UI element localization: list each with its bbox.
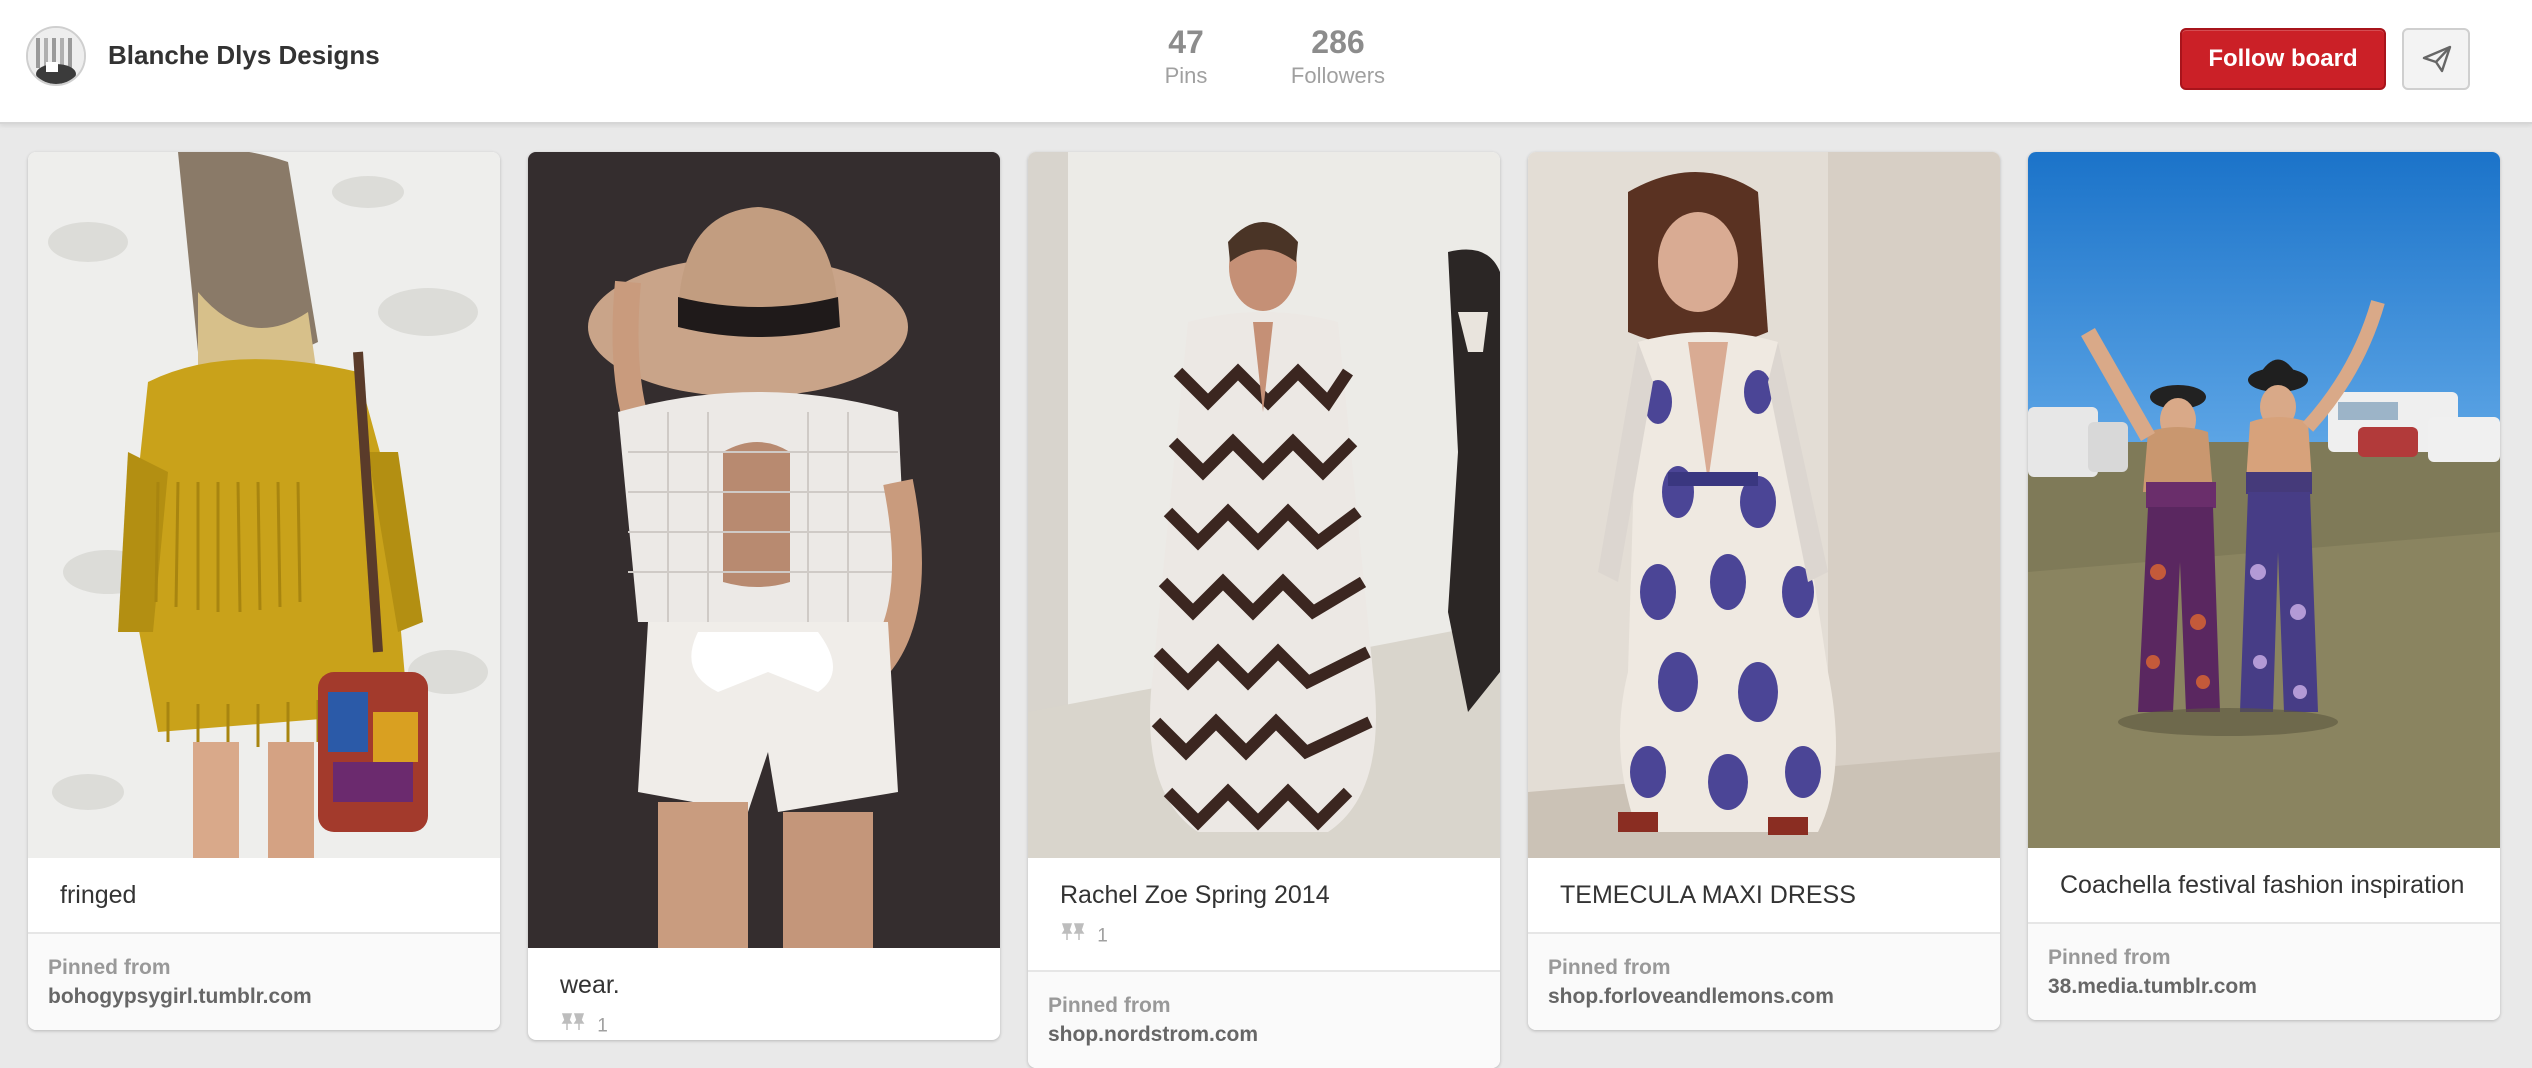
send-button[interactable] xyxy=(2402,28,2470,90)
pins-count: 47 xyxy=(1168,24,1204,60)
board-header: Blanche Dlys Designs 47 Pins 286 Followe… xyxy=(0,0,2532,124)
pin-card[interactable]: wear. 1 xyxy=(528,152,1000,1040)
pin-attribution[interactable]: Pinned from 38.media.tumblr.com xyxy=(2028,922,2500,1020)
pin-card[interactable]: fringed Pinned from bohogypsygirl.tumblr… xyxy=(28,152,500,1030)
pin-attribution[interactable]: Pinned from bohogypsygirl.tumblr.com xyxy=(28,932,500,1030)
followers-label: Followers xyxy=(1290,63,1386,88)
pin-card[interactable]: Rachel Zoe Spring 2014 1 Pinned from sho… xyxy=(1028,152,1500,1068)
pin-attribution[interactable]: Pinned from shop.forloveandlemons.com xyxy=(1528,932,2000,1030)
pinned-from-label: Pinned from xyxy=(1048,994,1171,1017)
pin-image[interactable] xyxy=(1028,152,1500,858)
send-icon xyxy=(2422,45,2452,73)
repin-count-value: 1 xyxy=(597,1015,608,1037)
followers-count: 286 xyxy=(1311,24,1365,60)
pin-source-link[interactable]: shop.nordstrom.com xyxy=(1048,1020,1480,1050)
pin-source-link[interactable]: 38.media.tumblr.com xyxy=(2048,972,2480,1002)
pin-image[interactable] xyxy=(28,152,500,858)
follow-board-button[interactable]: Follow board xyxy=(2180,28,2386,90)
repin-count: 1 xyxy=(1028,912,1500,950)
pin-description: Rachel Zoe Spring 2014 xyxy=(1060,881,1330,909)
followers-stat[interactable]: 286 Followers xyxy=(1270,22,1406,90)
pin-description: Coachella festival fashion inspiration xyxy=(2060,871,2465,899)
pins-label: Pins xyxy=(1164,63,1208,88)
pin-source-link[interactable]: bohogypsygirl.tumblr.com xyxy=(48,982,480,1012)
pinned-from-label: Pinned from xyxy=(2048,946,2171,969)
pin-description: fringed xyxy=(60,881,137,909)
pinned-from-label: Pinned from xyxy=(1548,956,1671,979)
pin-card[interactable]: Coachella festival fashion inspiration P… xyxy=(2028,152,2500,1020)
pin-attribution[interactable]: Pinned from shop.nordstrom.com xyxy=(1028,970,1500,1068)
pin-image[interactable] xyxy=(528,152,1000,948)
pinned-from-label: Pinned from xyxy=(48,956,171,979)
pin-description: wear. xyxy=(560,971,620,999)
pin-image[interactable] xyxy=(2028,152,2500,848)
repin-count: 1 xyxy=(528,1002,1000,1040)
pin-description: TEMECULA MAXI DRESS xyxy=(1560,881,1856,909)
board-avatar[interactable] xyxy=(26,26,86,86)
pin-image[interactable] xyxy=(1528,152,2000,858)
repin-icon xyxy=(1060,922,1086,951)
repin-count-value: 1 xyxy=(1097,925,1108,947)
pins-stat[interactable]: 47 Pins xyxy=(1140,22,1232,90)
pin-card[interactable]: TEMECULA MAXI DRESS Pinned from shop.for… xyxy=(1528,152,2000,1030)
pin-source-link[interactable]: shop.forloveandlemons.com xyxy=(1548,982,1980,1012)
board-title[interactable]: Blanche Dlys Designs xyxy=(108,40,380,71)
repin-icon xyxy=(560,1012,586,1040)
